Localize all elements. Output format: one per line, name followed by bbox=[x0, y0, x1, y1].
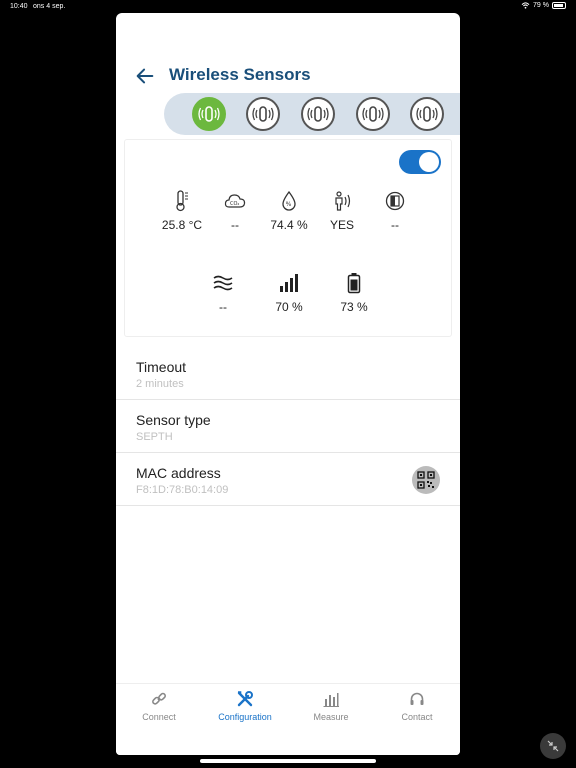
tab-configuration[interactable]: Configuration bbox=[202, 690, 288, 722]
svg-text:%: % bbox=[286, 201, 292, 208]
metric-value: YES bbox=[329, 218, 354, 232]
metric-humidity: % 74.4 % bbox=[259, 190, 319, 232]
tab-contact[interactable]: Contact bbox=[374, 690, 460, 722]
exit-fullscreen-button[interactable] bbox=[540, 733, 566, 759]
tab-label: Contact bbox=[401, 712, 433, 722]
link-icon bbox=[152, 692, 166, 705]
tab-label: Connect bbox=[142, 712, 176, 722]
setting-sensor-type[interactable]: Sensor type SEPTH bbox=[116, 400, 460, 453]
tab-label: Configuration bbox=[218, 712, 272, 722]
headset-icon bbox=[410, 692, 424, 705]
setting-value: SEPTH bbox=[136, 431, 173, 443]
toggle-knob bbox=[419, 152, 439, 172]
app-sheet: Wireless Sensors 25.8 °C CO₂ -- % 74.4 %… bbox=[116, 13, 460, 755]
co2-icon: CO₂ bbox=[224, 194, 246, 208]
setting-timeout[interactable]: Timeout 2 minutes bbox=[116, 347, 460, 400]
sensor-button-1[interactable] bbox=[192, 97, 226, 131]
back-arrow-icon[interactable] bbox=[134, 65, 156, 87]
sensor-button-2[interactable] bbox=[246, 97, 280, 131]
bar-chart-icon bbox=[323, 693, 339, 707]
wireless-sensor-icon bbox=[307, 106, 329, 122]
sensor-button-3[interactable] bbox=[301, 97, 335, 131]
wireless-sensor-icon bbox=[198, 106, 220, 122]
metric-value: -- bbox=[391, 218, 399, 232]
status-bar: 10:40 ons 4 sep. 79 % bbox=[0, 0, 576, 14]
setting-value: F8:1D:78:B0:14:09 bbox=[136, 484, 229, 496]
metric-vibration: -- bbox=[193, 272, 253, 314]
wifi-icon bbox=[521, 2, 530, 9]
metric-battery: 73 % bbox=[324, 272, 384, 314]
svg-text:CO₂: CO₂ bbox=[230, 201, 239, 207]
metric-value: 73 % bbox=[340, 300, 368, 314]
thermometer-icon bbox=[176, 190, 188, 212]
metric-presence: YES bbox=[312, 190, 372, 232]
signal-icon bbox=[280, 274, 298, 292]
metric-value: 25.8 °C bbox=[161, 218, 203, 232]
status-right: 79 % bbox=[521, 2, 566, 9]
battery-percent: 79 % bbox=[533, 2, 549, 9]
metric-co2: CO₂ -- bbox=[205, 190, 265, 232]
sensor-button-4[interactable] bbox=[356, 97, 390, 131]
bottom-tab-bar: Connect Configuration Measure Contact bbox=[116, 683, 460, 755]
tab-measure[interactable]: Measure bbox=[288, 690, 374, 722]
qr-code-icon bbox=[417, 471, 435, 489]
battery-icon bbox=[552, 2, 566, 9]
qr-scan-button[interactable] bbox=[412, 466, 440, 494]
page-title: Wireless Sensors bbox=[169, 65, 311, 84]
sensor-selector bbox=[164, 93, 460, 135]
tab-label: Measure bbox=[313, 712, 349, 722]
wireless-sensor-icon bbox=[416, 106, 438, 122]
status-date: ons 4 sep. bbox=[33, 3, 66, 10]
setting-label: Sensor type bbox=[136, 412, 211, 428]
sensor-card: 25.8 °C CO₂ -- % 74.4 % YES -- -- 70 % 7… bbox=[124, 139, 452, 337]
battery-icon bbox=[347, 273, 361, 294]
presence-icon bbox=[335, 191, 351, 211]
sensor-enable-toggle[interactable] bbox=[399, 150, 441, 174]
status-time: 10:40 bbox=[10, 3, 28, 10]
door-icon bbox=[385, 191, 405, 211]
metric-value: -- bbox=[231, 218, 239, 232]
metric-value: 74.4 % bbox=[270, 218, 308, 232]
setting-label: MAC address bbox=[136, 465, 221, 481]
metric-door: -- bbox=[365, 190, 425, 232]
tab-connect[interactable]: Connect bbox=[116, 690, 202, 722]
vibration-icon bbox=[213, 275, 233, 291]
metric-temperature: 25.8 °C bbox=[152, 190, 212, 232]
sensor-button-5[interactable] bbox=[410, 97, 444, 131]
setting-mac-address[interactable]: MAC address F8:1D:78:B0:14:09 bbox=[116, 453, 460, 506]
wireless-sensor-icon bbox=[252, 106, 274, 122]
metric-value: 70 % bbox=[275, 300, 303, 314]
wireless-sensor-icon bbox=[362, 106, 384, 122]
setting-value: 2 minutes bbox=[136, 378, 184, 390]
metric-signal: 70 % bbox=[259, 272, 319, 314]
home-indicator[interactable] bbox=[200, 759, 376, 763]
shrink-arrows-icon bbox=[547, 740, 559, 752]
humidity-icon: % bbox=[282, 191, 296, 211]
setting-label: Timeout bbox=[136, 359, 187, 375]
metric-value: -- bbox=[219, 300, 227, 314]
tools-icon bbox=[237, 691, 253, 707]
